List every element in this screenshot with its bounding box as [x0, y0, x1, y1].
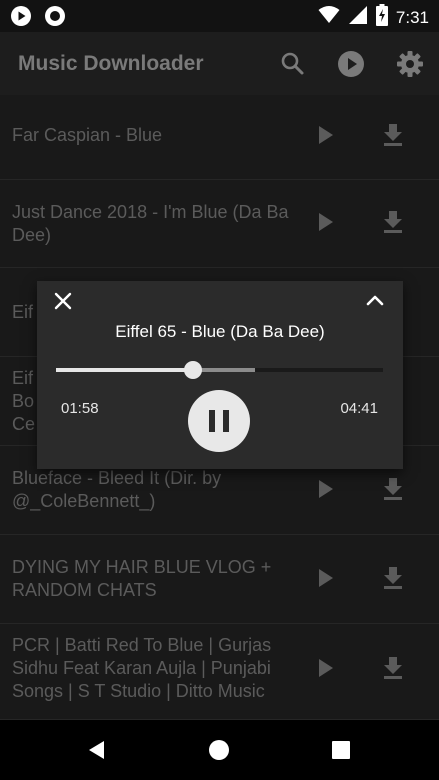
status-bar: 7:31: [0, 0, 439, 32]
play-icon[interactable]: [311, 208, 339, 236]
seek-thumb[interactable]: [184, 361, 203, 379]
elapsed-time: 01:58: [61, 400, 99, 417]
list-item[interactable]: DYING MY HAIR BLUE VLOG + RANDOM CHATS: [0, 535, 439, 624]
seek-bar[interactable]: [56, 361, 383, 379]
cellular-signal-icon: [348, 5, 368, 30]
list-item[interactable]: PCR | Batti Red To Blue | Gurjas Sidhu F…: [0, 624, 439, 720]
song-title: Eif Bo Ce: [12, 368, 36, 434]
chevron-up-icon[interactable]: [363, 289, 387, 313]
record-icon: [44, 5, 66, 32]
now-playing-title: Eiffel 65 - Blue (Da Ba Dee): [115, 322, 325, 341]
play-icon[interactable]: [311, 654, 339, 682]
home-icon[interactable]: [208, 739, 230, 761]
song-title: Just Dance 2018 - I'm Blue (Da Ba Dee): [12, 202, 289, 245]
pause-icon: [209, 410, 229, 432]
song-title: PCR | Batti Red To Blue | Gurjas Sidhu F…: [12, 635, 272, 701]
recents-icon[interactable]: [331, 740, 351, 760]
status-time: 7:31: [395, 7, 429, 27]
download-icon[interactable]: [379, 121, 407, 149]
download-icon[interactable]: [379, 654, 407, 682]
list-item[interactable]: Far Caspian - Blue: [0, 95, 439, 180]
play-icon[interactable]: [311, 564, 339, 592]
download-icon[interactable]: [379, 564, 407, 592]
battery-charging-icon: [375, 4, 388, 31]
download-icon[interactable]: [379, 475, 407, 503]
search-icon[interactable]: [279, 50, 307, 78]
play-icon[interactable]: [311, 121, 339, 149]
play-all-icon[interactable]: [337, 50, 365, 78]
total-duration: 04:41: [340, 400, 378, 417]
wifi-icon: [318, 5, 340, 30]
app-title: Music Downloader: [18, 52, 204, 75]
close-icon[interactable]: [51, 289, 75, 313]
list-item[interactable]: Just Dance 2018 - I'm Blue (Da Ba Dee): [0, 180, 439, 268]
app-bar: Music Downloader: [0, 32, 439, 95]
pause-button[interactable]: [188, 390, 250, 452]
play-circle-icon: [10, 5, 32, 32]
song-title: Far Caspian - Blue: [12, 125, 163, 145]
navigation-bar: [0, 720, 439, 780]
download-icon[interactable]: [379, 208, 407, 236]
song-title: Blueface - Bleed It (Dir. by @_ColeBenne…: [12, 468, 222, 511]
play-icon[interactable]: [311, 475, 339, 503]
gear-icon[interactable]: [396, 50, 424, 78]
song-title: DYING MY HAIR BLUE VLOG + RANDOM CHATS: [12, 557, 272, 600]
back-icon[interactable]: [86, 739, 108, 761]
seek-progress: [56, 368, 194, 372]
mini-player: Eiffel 65 - Blue (Da Ba Dee) 01:58 04:41: [37, 281, 403, 469]
